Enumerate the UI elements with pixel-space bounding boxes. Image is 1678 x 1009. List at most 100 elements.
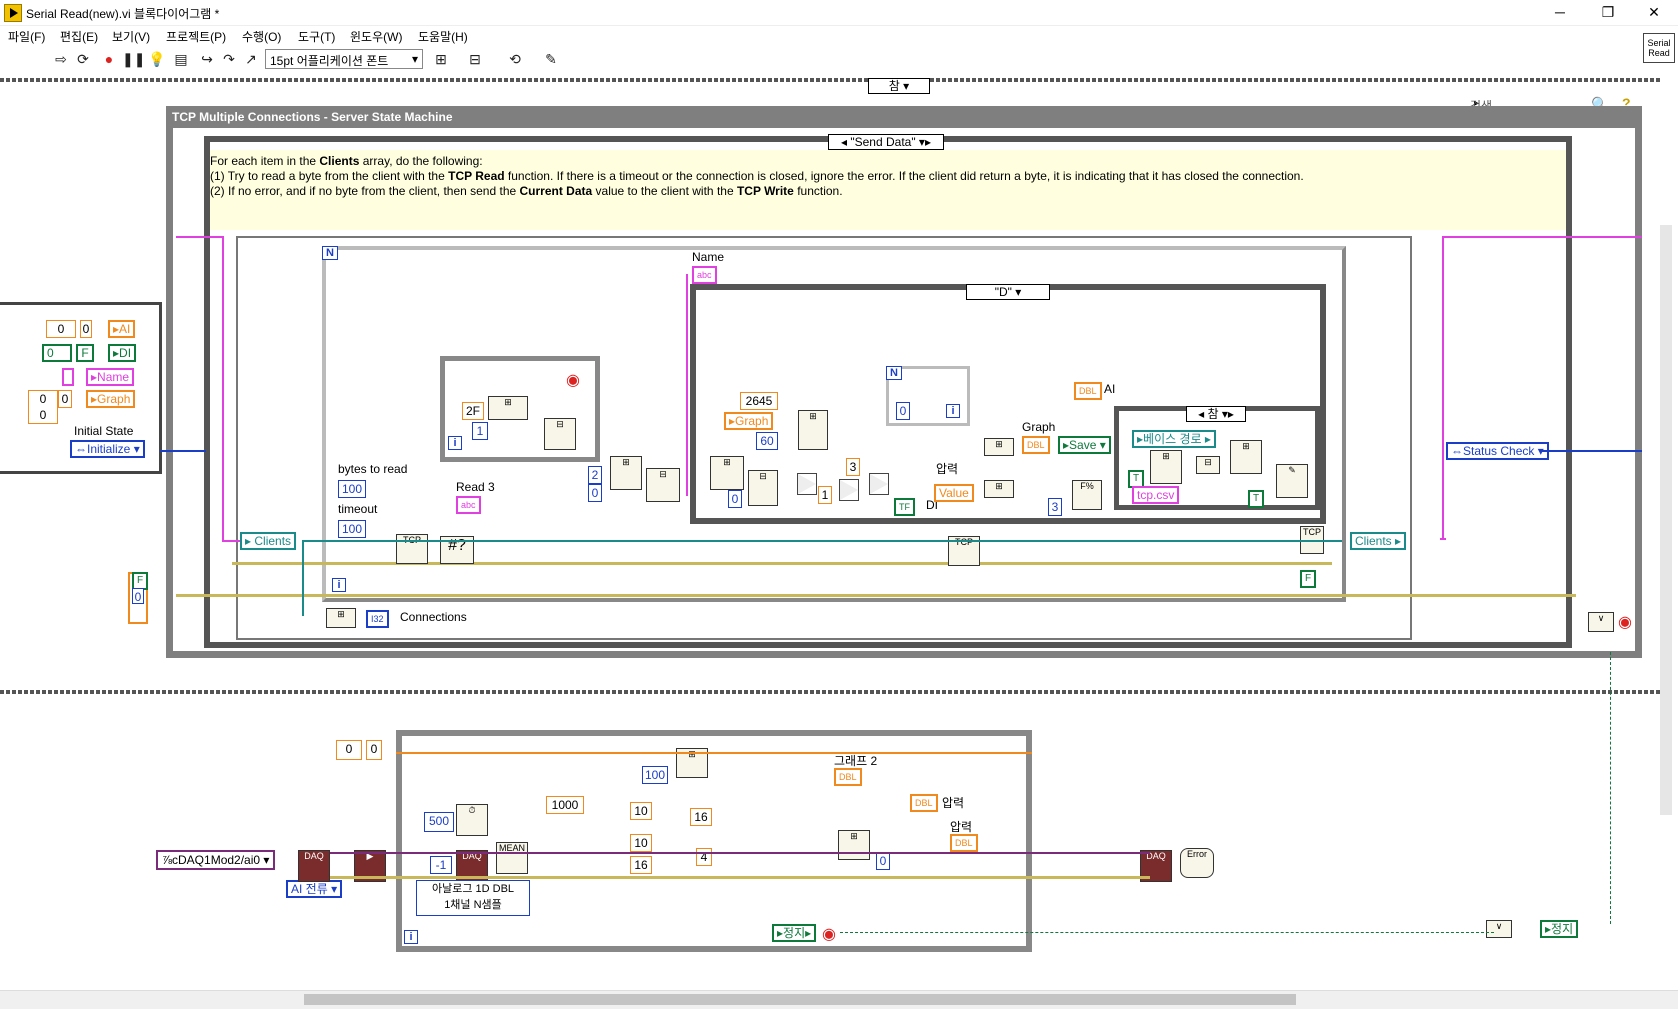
unbundle-node[interactable]: ⊞ xyxy=(710,456,744,490)
close-button[interactable]: ✕ xyxy=(1634,2,1674,22)
run-arrow-icon[interactable]: ⇨ xyxy=(52,50,70,68)
daq-zero-const2[interactable]: 0 xyxy=(366,740,382,760)
highlight-execution-icon[interactable]: 💡 xyxy=(148,50,166,68)
save-enum[interactable]: ▸Save ▾ xyxy=(1058,436,1111,454)
outer-case-selector[interactable]: 참 ▾ xyxy=(868,78,930,94)
index-array-node-1[interactable]: ⊞ xyxy=(610,456,642,490)
restore-button[interactable]: ❐ xyxy=(1588,2,1628,22)
const-3-case[interactable]: 3 xyxy=(1048,498,1062,516)
const-500[interactable]: 500 xyxy=(424,812,454,832)
const-60[interactable]: 60 xyxy=(756,432,778,450)
build-cluster-node-2[interactable]: ⊞ xyxy=(984,438,1014,456)
step-into-icon[interactable]: ↪ xyxy=(198,50,216,68)
const-minus1[interactable]: -1 xyxy=(430,856,452,874)
ai-current-selector[interactable]: AI 전류 ▾ xyxy=(286,880,343,898)
abort-icon[interactable]: ● xyxy=(100,50,118,68)
write-spreadsheet-node[interactable]: ⊞ xyxy=(1230,440,1262,474)
path-node[interactable]: ⊞ xyxy=(1150,450,1182,484)
const-16b[interactable]: 16 xyxy=(630,856,652,874)
const-10a[interactable]: 10 xyxy=(630,802,652,820)
value-control[interactable]: Value xyxy=(934,484,974,502)
const-100[interactable]: 100 xyxy=(642,766,668,784)
left-zero-const[interactable]: 0 xyxy=(132,588,144,604)
bundle-daq[interactable]: ⊞ xyxy=(838,830,870,860)
font-select[interactable]: 15pt 어플리케이션 폰트 ▾ xyxy=(265,49,423,69)
menu-help[interactable]: 도움말(H) xyxy=(418,28,468,45)
index-node[interactable]: ⊟ xyxy=(544,418,576,450)
const-3[interactable]: 3 xyxy=(846,458,860,476)
file-name-const[interactable]: tcp.csv xyxy=(1132,486,1180,504)
menu-operate[interactable]: 수행(O) xyxy=(242,28,281,45)
state-case-selector[interactable]: ◂ "Send Data" ▾▸ xyxy=(828,134,944,150)
menu-edit[interactable]: 편집(E) xyxy=(60,28,98,45)
menu-file[interactable]: 파일(F) xyxy=(8,28,45,45)
true-const-2[interactable]: T xyxy=(1248,490,1265,508)
initial-state-enum[interactable]: ⇔Initialize ▾ xyxy=(70,440,145,458)
graph-init-const2[interactable]: 0 xyxy=(58,390,72,408)
ai-init-const2[interactable]: 0 xyxy=(80,320,92,338)
const-1000[interactable]: 1000 xyxy=(546,796,584,814)
retain-wire-values-icon[interactable]: ▤ xyxy=(172,50,190,68)
graph-init-const[interactable]: 00 xyxy=(28,390,58,424)
stop-button-terminal[interactable]: ▸정지▸ xyxy=(772,924,817,942)
array-subset-node[interactable]: ⊞ xyxy=(798,410,828,450)
const-10b[interactable]: 10 xyxy=(630,834,652,852)
write-file-node[interactable]: ✎ xyxy=(1276,464,1308,498)
wait-ms-node[interactable]: ⏱ xyxy=(456,804,488,836)
menu-view[interactable]: 보기(V) xyxy=(112,28,150,45)
const-1[interactable]: 1 xyxy=(472,422,488,440)
ai-init-const[interactable]: 0 xyxy=(46,320,76,338)
menu-window[interactable]: 윈도우(W) xyxy=(350,28,402,45)
false-const-inner[interactable]: F xyxy=(1300,570,1317,588)
daqmx-create-channel[interactable]: DAQ xyxy=(298,850,330,882)
const-0-daq[interactable]: 0 xyxy=(876,852,890,870)
step-out-icon[interactable]: ↗ xyxy=(242,50,260,68)
pause-icon[interactable]: ❚❚ xyxy=(122,50,145,68)
const-0[interactable]: 0 xyxy=(588,484,602,502)
nested-case-selector[interactable]: ◂ 참 ▾▸ xyxy=(1186,406,1246,422)
build-cluster-node[interactable]: ⊞ xyxy=(984,480,1014,498)
cleanup-diagram-icon[interactable]: ✎ xyxy=(542,50,560,68)
di-false-const[interactable]: F xyxy=(76,344,94,362)
scan-string-node[interactable]: ⊞ xyxy=(488,396,528,420)
const-2645[interactable]: 2645 xyxy=(740,392,778,410)
mean-node[interactable]: MEAN xyxy=(496,842,528,874)
bytes-to-read-const[interactable]: 100 xyxy=(338,480,366,498)
format-node[interactable]: F% xyxy=(1072,480,1102,510)
menu-project[interactable]: 프로젝트(P) xyxy=(166,28,226,45)
const-1-inner[interactable]: 1 xyxy=(818,486,832,504)
or-node-bottom[interactable]: ∨ xyxy=(1486,920,1512,938)
const-2[interactable]: 2 xyxy=(588,466,602,484)
distribute-objects-icon[interactable]: ⊟ xyxy=(466,50,484,68)
subtract-node[interactable] xyxy=(797,473,817,495)
menu-tools[interactable]: 도구(T) xyxy=(298,28,335,45)
align-objects-icon[interactable]: ⊞ xyxy=(432,50,450,68)
build-array-node[interactable]: ⊟ xyxy=(748,470,778,506)
index-array-node-2[interactable]: ⊟ xyxy=(646,468,680,502)
const-0-inner[interactable]: 0 xyxy=(728,490,742,508)
build-path-node[interactable]: ⊟ xyxy=(1196,456,1220,474)
step-over-icon[interactable]: ↷ xyxy=(220,50,238,68)
array-size-node[interactable]: ⊞ xyxy=(326,608,356,628)
daq-read-polymorphic[interactable]: 아날로그 1D DBL 1채널 N샘플 xyxy=(416,880,530,916)
vertical-scrollbar[interactable] xyxy=(1660,225,1672,815)
reorder-icon[interactable]: ⟲ xyxy=(506,50,524,68)
error-handler-node[interactable]: Error xyxy=(1180,848,1214,878)
tcp-read-node[interactable]: TCP xyxy=(396,534,428,564)
timeout-const[interactable]: 100 xyxy=(338,520,366,538)
minimize-button[interactable]: ─ xyxy=(1540,2,1580,22)
name-init-const[interactable] xyxy=(62,368,74,386)
multiply-node[interactable] xyxy=(869,473,889,495)
inner-case-selector[interactable]: "D" ▾ xyxy=(966,284,1050,300)
const-4[interactable]: 4 xyxy=(696,848,712,866)
di-init-const[interactable]: 0 xyxy=(42,344,72,362)
horizontal-scroll-thumb[interactable] xyxy=(304,994,1296,1005)
or-node[interactable]: ∨ xyxy=(1588,612,1614,632)
divide-node[interactable] xyxy=(839,479,859,501)
status-check-enum[interactable]: ⇔Status Check ▾ xyxy=(1446,442,1549,460)
run-continuous-icon[interactable]: ⟳ xyxy=(74,50,92,68)
const-2f[interactable]: 2F xyxy=(462,402,484,420)
daq-zero-const[interactable]: 0 xyxy=(336,740,362,760)
daq-channel-const[interactable]: ⅞cDAQ1Mod2/ai0 ▾ xyxy=(156,850,276,870)
const-0-loop[interactable]: 0 xyxy=(896,402,910,420)
